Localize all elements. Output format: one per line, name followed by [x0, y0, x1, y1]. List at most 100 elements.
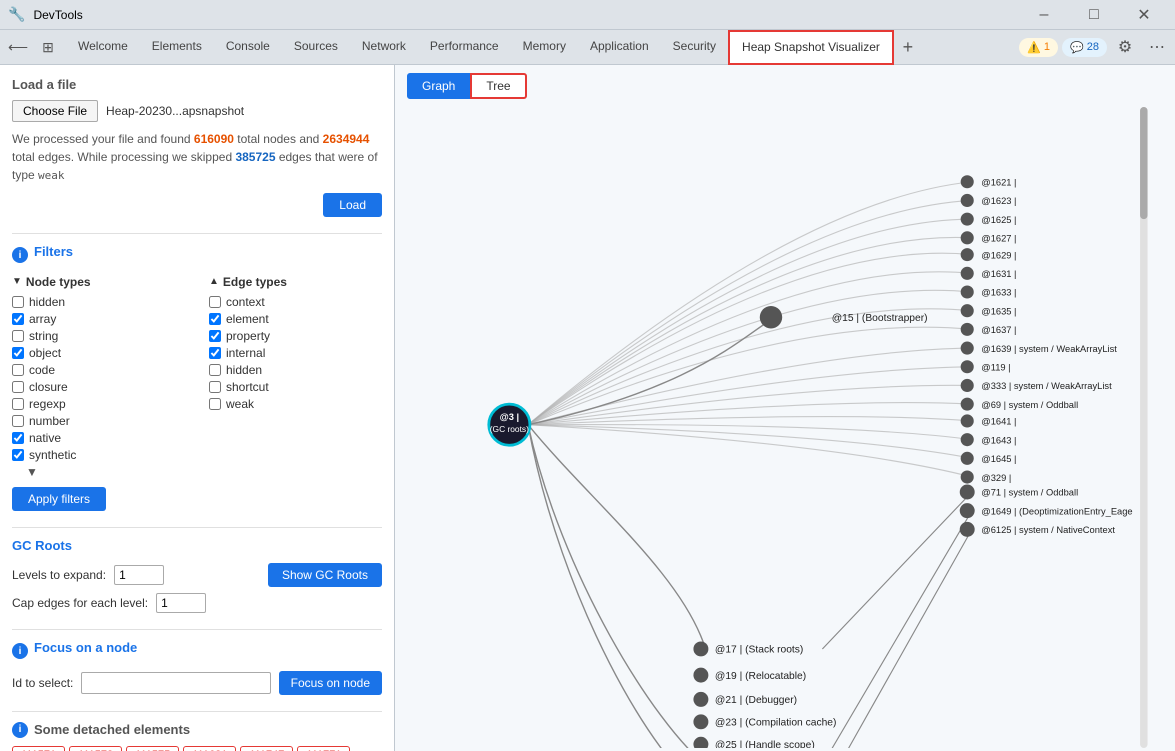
node-closure-checkbox[interactable]	[12, 381, 24, 393]
edge-type: weak	[38, 169, 65, 182]
id-input[interactable]	[81, 672, 270, 694]
divider-1	[12, 233, 382, 234]
divider-4	[12, 711, 382, 712]
detached-tag-111771[interactable]: 111771	[297, 746, 350, 751]
svg-text:(GC roots): (GC roots)	[490, 424, 529, 434]
levels-label: Levels to expand:	[12, 568, 106, 582]
focus-on-node-button[interactable]: Focus on node	[279, 671, 382, 695]
tab-heap-snapshot-visualizer[interactable]: Heap Snapshot Visualizer	[728, 30, 894, 65]
chevron-up-icon: ▲	[209, 276, 219, 287]
close-button[interactable]: ✕	[1121, 0, 1167, 30]
node-number-checkbox[interactable]	[12, 415, 24, 427]
info-count: 28	[1087, 41, 1099, 53]
node-code-checkbox[interactable]	[12, 364, 24, 376]
graph-tab[interactable]: Graph	[407, 73, 470, 99]
svg-text:@23 | (Compilation cache): @23 | (Compilation cache)	[715, 718, 837, 729]
tab-welcome[interactable]: Welcome	[66, 30, 140, 65]
filters-info-icon: i	[12, 247, 28, 263]
edge-context: context	[209, 295, 382, 309]
edge-types-title: ▲ Edge types	[209, 275, 382, 289]
focus-title: Focus on a node	[34, 640, 137, 655]
svg-text:@1649 | (DeoptimizationEntry_E: @1649 | (DeoptimizationEntry_Eage	[981, 506, 1132, 516]
cap-input[interactable]	[156, 593, 206, 613]
detached-header: i Some detached elements	[12, 722, 382, 738]
node-synthetic-checkbox[interactable]	[12, 449, 24, 461]
node-string-checkbox[interactable]	[12, 330, 24, 342]
node-native-checkbox[interactable]	[12, 432, 24, 444]
tab-network[interactable]: Network	[350, 30, 418, 65]
info-text-1: We processed your file and found	[12, 132, 194, 146]
divider-3	[12, 629, 382, 630]
levels-input[interactable]	[114, 565, 164, 585]
edge-context-checkbox[interactable]	[209, 296, 221, 308]
edge-weak-checkbox[interactable]	[209, 398, 221, 410]
more-button[interactable]: ⋯	[1143, 33, 1171, 61]
chevron-down-icon: ▼	[12, 276, 22, 287]
load-button[interactable]: Load	[323, 193, 382, 217]
edge-internal: internal	[209, 346, 382, 360]
tab-bar-right: ⚠️ 1 💬 28 ⚙ ⋯	[1019, 33, 1171, 61]
levels-row: Levels to expand: Show GC Roots	[12, 563, 382, 587]
tab-console[interactable]: Console	[214, 30, 282, 65]
skipped-edges: 385725	[235, 150, 275, 164]
chevron-down-more-icon: ▼	[26, 465, 38, 479]
edge-property-checkbox[interactable]	[209, 330, 221, 342]
svg-text:@333 | system / WeakArrayList: @333 | system / WeakArrayList	[981, 381, 1112, 391]
info-text-3: total edges. While processing we skipped	[12, 150, 235, 164]
node-types-title: ▼ Node types	[12, 275, 185, 289]
detached-tag-111681[interactable]: 111681	[183, 746, 236, 751]
file-row: Choose File Heap-20230...apsnapshot	[12, 100, 382, 122]
settings-button[interactable]: ⚙	[1111, 33, 1139, 61]
svg-text:@15 | (Bootstrapper): @15 | (Bootstrapper)	[832, 313, 928, 324]
tab-application[interactable]: Application	[578, 30, 661, 65]
node-hidden-checkbox[interactable]	[12, 296, 24, 308]
svg-text:@1633 |: @1633 |	[981, 288, 1016, 298]
node-code: code	[12, 363, 185, 377]
graph-area[interactable]: @3 | (GC roots) @15 | (Bootstrapper) @17…	[395, 107, 1175, 748]
node-synthetic: synthetic	[12, 448, 185, 462]
focus-header: i Focus on a node	[12, 640, 382, 663]
tree-tab[interactable]: Tree	[470, 73, 526, 99]
show-gc-roots-button[interactable]: Show GC Roots	[268, 563, 382, 587]
edge-shortcut-checkbox[interactable]	[209, 381, 221, 393]
focus-section: i Focus on a node Id to select: Focus on…	[12, 640, 382, 695]
tab-performance[interactable]: Performance	[418, 30, 511, 65]
detached-tag-111575[interactable]: 111575	[126, 746, 179, 751]
node-object-checkbox[interactable]	[12, 347, 24, 359]
tab-elements[interactable]: Elements	[140, 30, 214, 65]
apply-filters-button[interactable]: Apply filters	[12, 487, 106, 511]
total-edges: 2634944	[323, 132, 370, 146]
detached-title: Some detached elements	[34, 722, 190, 737]
detached-tag-111573[interactable]: 111573	[69, 746, 122, 751]
tab-memory[interactable]: Memory	[511, 30, 578, 65]
filters-title: Filters	[34, 244, 73, 259]
node-array: array	[12, 312, 185, 326]
svg-text:@3 |: @3 |	[500, 412, 520, 422]
detached-tag-111571[interactable]: 111571	[12, 746, 65, 751]
add-tab-button[interactable]: +	[894, 33, 922, 61]
dock-button[interactable]: ⊞	[34, 33, 62, 61]
node-regexp-checkbox[interactable]	[12, 398, 24, 410]
node-number: number	[12, 414, 185, 428]
choose-file-button[interactable]: Choose File	[12, 100, 98, 122]
tab-sources[interactable]: Sources	[282, 30, 350, 65]
tab-security[interactable]: Security	[661, 30, 728, 65]
left-panel: Load a file Choose File Heap-20230...aps…	[0, 65, 395, 751]
detached-tag-111747[interactable]: 111747	[240, 746, 293, 751]
edge-hidden-checkbox[interactable]	[209, 364, 221, 376]
cap-label: Cap edges for each level:	[12, 596, 148, 610]
load-file-title: Load a file	[12, 77, 382, 92]
back-button[interactable]: ⟵	[4, 33, 32, 61]
edge-internal-checkbox[interactable]	[209, 347, 221, 359]
warning-icon: ⚠️	[1027, 41, 1041, 54]
edge-element-checkbox[interactable]	[209, 313, 221, 325]
warning-badge-button[interactable]: ⚠️ 1	[1019, 38, 1058, 57]
node-array-checkbox[interactable]	[12, 313, 24, 325]
title-bar: 🔧 DevTools – □ ✕	[0, 0, 1175, 30]
maximize-button[interactable]: □	[1071, 0, 1117, 30]
info-badge-button[interactable]: 💬 28	[1062, 38, 1107, 57]
svg-text:@1625 |: @1625 |	[981, 215, 1016, 225]
svg-text:@1641 |: @1641 |	[981, 417, 1016, 427]
minimize-button[interactable]: –	[1021, 0, 1067, 30]
info-text-2: total nodes and	[234, 132, 323, 146]
